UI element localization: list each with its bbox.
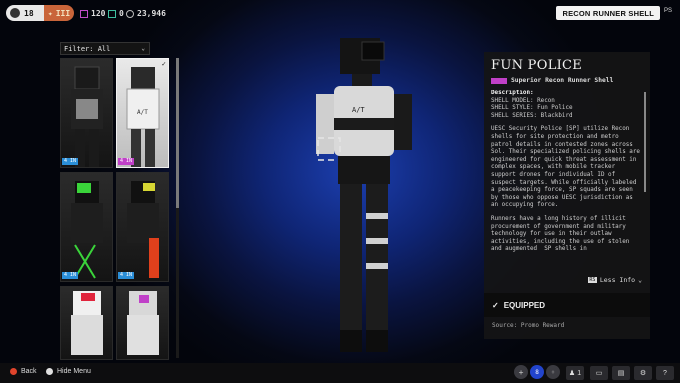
shell-title: FUN POLICE (491, 58, 583, 73)
filter-dropdown[interactable]: Filter: All ⌄ (60, 42, 150, 55)
bottom-bar: Back Hide Menu + 8 ◦ ♟ 1 ▭ ▤ ⚙ ? (0, 363, 680, 383)
rarity-tag: 4 IN (118, 272, 135, 279)
faction-badge[interactable]: ✦ III (44, 5, 74, 21)
rarity-badge (491, 77, 507, 84)
rarity-tag: 4 IN (118, 158, 135, 165)
add-icon[interactable]: + (514, 365, 528, 379)
shell-thumbnail (71, 66, 103, 167)
description-paragraph: Runners have a long history of illicit p… (491, 215, 633, 253)
currency-credits-value: 23,946 (137, 9, 166, 18)
hide-menu-label: Hide Menu (57, 368, 91, 375)
shell-thumbnail (127, 291, 159, 355)
check-icon: ✓ (492, 300, 499, 310)
purple-square-icon (80, 9, 88, 18)
rank-value: 18 (24, 8, 34, 18)
chevron-down-icon: ⌄ (141, 45, 145, 52)
party-icon: ♟ (568, 370, 576, 377)
shell-subtitle: Superior Recon Runner Shell (491, 77, 613, 84)
currency-teal: 0 (108, 9, 124, 18)
top-bar: 18 ✦ III 120 0 23,946 RECON RUNNER SHELL… (0, 0, 680, 28)
source-label: Source: Promo Reward (492, 322, 565, 329)
shell-card[interactable]: 4 IN (60, 58, 113, 168)
svg-text:A/T: A/T (352, 106, 365, 114)
rank-icon (10, 8, 20, 18)
equipped-button[interactable]: ✓ EQUIPPED (484, 293, 650, 317)
rarity-tag: 4 IN (62, 272, 79, 279)
teal-square-icon (108, 9, 116, 18)
credit-icon (126, 9, 134, 18)
rarity-tag: 4 IN (62, 158, 79, 165)
currency-purple: 120 (80, 9, 105, 18)
rs-key-icon: RS (587, 277, 597, 283)
shell-card[interactable] (60, 286, 113, 360)
currency-teal-value: 0 (119, 9, 124, 18)
shell-card[interactable]: 4 IN (116, 172, 169, 282)
currency-purple-value: 120 (91, 9, 106, 18)
shell-style: SHELL STYLE: Fun Police (491, 105, 573, 112)
help-icon[interactable]: ? (656, 366, 674, 380)
help-label: ? (663, 369, 667, 377)
back-button[interactable]: Back (10, 368, 37, 375)
shell-thumbnail (71, 181, 103, 279)
platform-label: PS (663, 8, 672, 14)
currency-credits: 23,946 (126, 9, 166, 18)
shell-description[interactable]: Description: SHELL MODEL: Recon SHELL ST… (491, 90, 641, 276)
shell-details-panel: FUN POLICE Superior Recon Runner Shell D… (484, 52, 650, 339)
shell-thumbnail: A/T (126, 67, 160, 167)
shell-model: SHELL MODEL: Recon (491, 97, 555, 104)
description-scrollbar[interactable] (644, 92, 646, 192)
check-icon: ✓ (161, 60, 166, 68)
profile-icon[interactable]: ◦ (546, 365, 560, 379)
shell-thumbnail (71, 291, 103, 355)
shell-type-tag: RECON RUNNER SHELL (556, 6, 660, 20)
notification-icon[interactable]: 8 (530, 365, 544, 379)
party-button[interactable]: ♟ 1 (566, 366, 584, 380)
shell-series: SHELL SERIES: Blackbird (491, 112, 573, 119)
shell-card[interactable] (116, 286, 169, 360)
chat-icon[interactable]: ▭ (590, 366, 608, 380)
rank-badge: 18 (6, 5, 44, 21)
shell-card[interactable]: 4 IN (60, 172, 113, 282)
less-info-label: Less Info (599, 276, 636, 284)
equipped-label: EQUIPPED (503, 300, 546, 310)
grid-scrollbar-thumb[interactable] (176, 58, 179, 208)
chevron-down-icon: ⌄ (638, 276, 642, 284)
description-heading: Description: (491, 90, 534, 96)
less-info-button[interactable]: RS Less Info ⌄ (587, 276, 642, 284)
notification-count: 8 (535, 368, 539, 376)
hide-menu-button[interactable]: Hide Menu (46, 368, 91, 375)
shell-thumbnail (127, 181, 159, 278)
faction-label: III (55, 8, 71, 18)
back-label: Back (21, 368, 37, 375)
shell-card-selected[interactable]: A/T ✓ 4 IN (116, 58, 169, 168)
square-button-icon (46, 368, 53, 375)
shell-subtitle-text: Superior Recon Runner Shell (511, 77, 614, 84)
party-count: 1 (577, 369, 582, 377)
inbox-icon[interactable]: ▤ (612, 366, 630, 380)
description-paragraph: UESC Security Police [SP] utilize Recon … (491, 126, 640, 209)
svg-text:A/T: A/T (137, 109, 148, 116)
gear-icon[interactable]: ⚙ (634, 366, 652, 380)
shell-character-model[interactable]: A/T (300, 38, 440, 358)
faction-icon: ✦ (47, 8, 53, 18)
circle-button-icon (10, 368, 17, 375)
filter-label: Filter: All (64, 44, 111, 53)
